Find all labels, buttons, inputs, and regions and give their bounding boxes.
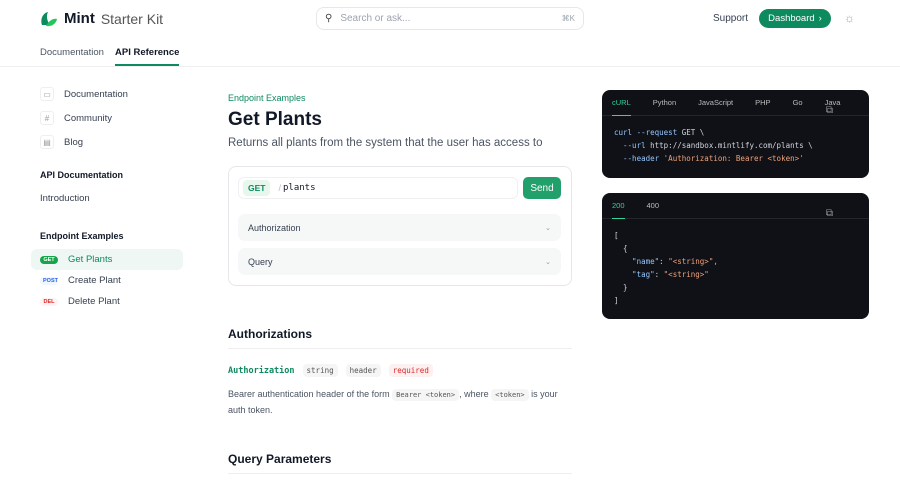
code-token: GET \ (681, 128, 705, 137)
search-input[interactable]: ⚲ Search or ask... ⌘K (316, 7, 584, 30)
code-token: --header (614, 154, 664, 163)
brand-subtitle: Starter Kit (100, 10, 164, 27)
book-icon: ▭ (40, 87, 54, 101)
param-required: required (388, 364, 433, 377)
search-icon: ⚲ (325, 13, 333, 24)
eyebrow: Endpoint Examples (228, 93, 306, 103)
method-badge: GET (40, 255, 58, 264)
chevron-right-icon: › (818, 13, 822, 24)
code-token: { (614, 244, 628, 253)
request-code-block: cURL Python JavaScript PHP Go Java ⧉ cur… (602, 90, 869, 178)
tab-400[interactable]: 400 (647, 193, 660, 218)
sidebar-label: Documentation (64, 88, 128, 100)
param-type: string (302, 364, 338, 377)
text: , where (459, 389, 492, 399)
leaf-logo-icon (41, 11, 57, 26)
dashboard-button[interactable]: Dashboard › (759, 9, 831, 28)
sidebar-item-introduction[interactable]: Introduction (40, 193, 90, 204)
code-token: : (654, 270, 664, 279)
tab-documentation[interactable]: Documentation (40, 47, 104, 58)
method-badge: DEL (40, 297, 58, 306)
sidebar-item-create-plant[interactable]: POST Create Plant (31, 270, 183, 291)
sidebar-item-blog[interactable]: ▤ Blog (40, 135, 83, 149)
copy-icon[interactable]: ⧉ (826, 200, 833, 227)
request-code: curl --request GET \ --url http://sandbo… (602, 116, 869, 175)
sidebar-section-endpoint-examples: Endpoint Examples (40, 231, 124, 241)
dashboard-label: Dashboard (768, 13, 815, 24)
support-link[interactable]: Support (713, 13, 748, 24)
page-description: Returns all plants from the system that … (228, 137, 543, 149)
language-tabs: cURL Python JavaScript PHP Go Java ⧉ (602, 90, 869, 116)
tab-api-reference[interactable]: API Reference (115, 47, 180, 66)
inline-code: <token> (491, 389, 529, 401)
divider (228, 348, 572, 349)
divider (228, 473, 572, 474)
code-token: } (614, 283, 628, 292)
accordion-label: Authorization (248, 222, 301, 233)
accordion-label: Query (248, 256, 273, 267)
text: Bearer authentication header of the form (228, 389, 393, 399)
sidebar-item-documentation[interactable]: ▭ Documentation (40, 87, 128, 101)
tab-curl[interactable]: cURL (612, 90, 631, 116)
sidebar-item-community[interactable]: # Community (40, 111, 112, 125)
code-token: --url (614, 141, 651, 150)
endpoint-label: Create Plant (68, 275, 121, 286)
query-accordion[interactable]: Query ⌄ (238, 248, 561, 275)
endpoint-label: Delete Plant (68, 296, 120, 307)
url-bar[interactable]: GET / plants (238, 177, 518, 199)
sidebar-item-delete-plant[interactable]: DEL Delete Plant (31, 291, 183, 312)
code-token: 'Authorization: Bearer <token>' (663, 154, 804, 163)
inline-code: Bearer <token> (392, 389, 460, 401)
code-token: "name" (614, 257, 660, 266)
slack-icon: # (40, 111, 54, 125)
sidebar-item-get-plants[interactable]: GET Get Plants (31, 249, 183, 270)
param-location: header (345, 364, 381, 377)
tab-200[interactable]: 200 (612, 193, 625, 219)
search-placeholder: Search or ask... (340, 13, 411, 24)
code-token: http://sandbox.mintlify.com/plants \ (650, 141, 813, 150)
theme-toggle-sun-icon[interactable]: ☼ (844, 11, 855, 25)
status-tabs: 200 400 ⧉ (602, 193, 869, 219)
authorization-accordion[interactable]: Authorization ⌄ (238, 214, 561, 241)
copy-icon[interactable]: ⧉ (826, 97, 833, 124)
page-title: Get Plants (228, 109, 322, 130)
chevron-down-icon: ⌄ (545, 258, 551, 266)
newspaper-icon: ▤ (40, 135, 54, 149)
chevron-down-icon: ⌄ (545, 224, 551, 232)
endpoint-label: Get Plants (68, 254, 113, 265)
code-token: "tag" (614, 270, 655, 279)
tab-javascript[interactable]: JavaScript (698, 90, 733, 115)
response-code: [ { "name": "<string>", "tag": "<string>… (602, 219, 869, 317)
param-description: Bearer authentication header of the form… (228, 387, 568, 418)
method-badge: POST (40, 276, 58, 285)
param-name: Authorization (228, 365, 295, 376)
path-separator: / (278, 183, 281, 193)
brand-name: Mint (64, 10, 95, 27)
response-code-block: 200 400 ⧉ [ { "name": "<string>", "tag":… (602, 193, 869, 319)
code-token: ] (614, 296, 619, 305)
tab-php[interactable]: PHP (755, 90, 770, 115)
sidebar-label: Blog (64, 136, 84, 148)
authorizations-heading: Authorizations (228, 327, 312, 341)
query-parameters-heading: Query Parameters (228, 452, 332, 466)
sidebar-section-api-documentation: API Documentation (40, 170, 124, 180)
logo[interactable]: Mint Starter Kit (40, 10, 163, 27)
code-token: [ (614, 231, 619, 240)
method-badge: GET (243, 180, 271, 196)
code-token: "<string>" (663, 270, 709, 279)
code-token: "<string>", (668, 257, 718, 266)
endpoint-path: plants (283, 183, 316, 193)
code-token: : (659, 257, 669, 266)
tab-python[interactable]: Python (653, 90, 676, 115)
tab-go[interactable]: Go (793, 90, 803, 115)
param-row: Authorization string header required (228, 364, 433, 377)
search-shortcut: ⌘K (561, 14, 575, 23)
sidebar-label: Community (64, 112, 113, 124)
send-button[interactable]: Send (523, 177, 561, 199)
code-token: curl --request (614, 128, 682, 137)
